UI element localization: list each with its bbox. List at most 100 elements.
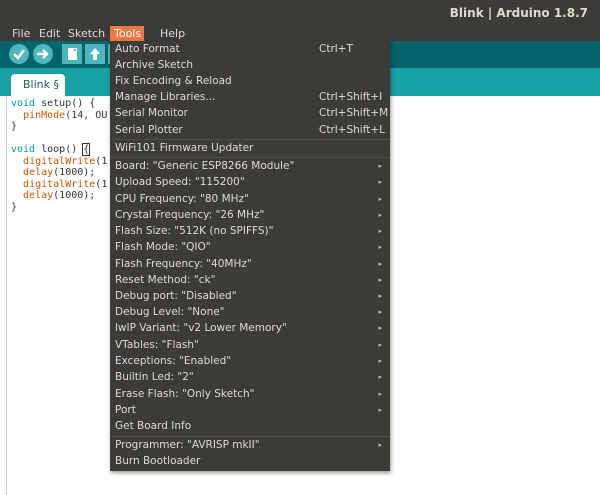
menu-item-flash-size[interactable]: Flash Size: "512K (no SPIFFS)" ▸: [110, 223, 390, 239]
menu-item-label: CPU Frequency: "80 MHz": [115, 193, 249, 205]
menu-item-vtables[interactable]: VTables: "Flash" ▸: [110, 337, 390, 353]
menu-item-label: Crystal Frequency: "26 MHz": [115, 209, 265, 221]
menu-item-debug-port[interactable]: Debug port: "Disabled" ▸: [110, 288, 390, 304]
menu-item-upload-speed[interactable]: Upload Speed: "115200" ▸: [110, 174, 390, 190]
upload-button[interactable]: [33, 44, 53, 64]
menu-item-shortcut: Ctrl+Shift+M: [319, 107, 389, 119]
menu-item-manage-libraries[interactable]: Manage Libraries... Ctrl+Shift+I: [110, 89, 390, 105]
submenu-arrow-icon: ▸: [378, 373, 382, 381]
submenu-arrow-icon: ▸: [378, 292, 382, 300]
menu-item-label: Get Board Info: [115, 420, 192, 432]
code-keyword: void: [11, 98, 36, 109]
menu-item-shortcut: Ctrl+T: [319, 43, 353, 55]
menu-item-crystal-frequency[interactable]: Crystal Frequency: "26 MHz" ▸: [110, 207, 390, 223]
menu-item-label: Debug Level: "None": [115, 306, 225, 318]
code-function: digitalWrite: [23, 178, 96, 190]
menu-help[interactable]: Help: [156, 26, 189, 41]
menu-item-burn-bootloader[interactable]: Burn Bootloader: [110, 453, 390, 469]
menu-item-label: Debug port: "Disabled": [115, 290, 237, 302]
menu-item-label: Fix Encoding & Reload: [115, 75, 232, 87]
checkmark-icon: [13, 49, 25, 60]
menu-item-debug-level[interactable]: Debug Level: "None" ▸: [110, 304, 390, 320]
code-line: void setup() {: [11, 98, 96, 109]
code-line: digitalWrite(1: [23, 178, 108, 190]
menu-item-label: Auto Format: [115, 43, 180, 55]
submenu-arrow-icon: ▸: [378, 341, 382, 349]
arrow-up-icon: [90, 48, 100, 60]
new-document-icon: [68, 48, 77, 60]
menu-item-programmer[interactable]: Programmer: "AVRISP mkII" ▸: [110, 437, 390, 453]
menu-item-wifi101-updater[interactable]: WiFi101 Firmware Updater: [110, 140, 390, 156]
menu-item-label: Upload Speed: "115200": [115, 176, 245, 188]
menu-item-shortcut: Ctrl+Shift+I: [319, 91, 383, 103]
new-button[interactable]: [62, 44, 82, 64]
menu-item-erase-flash[interactable]: Erase Flash: "Only Sketch" ▸: [110, 386, 390, 402]
menu-item-label: Archive Sketch: [115, 59, 194, 71]
open-button[interactable]: [85, 44, 105, 64]
menu-item-board[interactable]: Board: "Generic ESP8266 Module" ▸: [110, 158, 390, 174]
menu-item-label: Manage Libraries...: [115, 91, 216, 103]
menu-bar: File Edit Sketch Tools Help: [0, 26, 600, 41]
code-line: delay(1000);: [23, 167, 96, 178]
code-keyword: void: [11, 144, 36, 155]
menu-item-exceptions[interactable]: Exceptions: "Enabled" ▸: [110, 353, 390, 369]
menu-item-flash-frequency[interactable]: Flash Frequency: "40MHz" ▸: [110, 256, 390, 272]
menu-item-serial-plotter[interactable]: Serial Plotter Ctrl+Shift+L: [110, 122, 390, 138]
submenu-arrow-icon: ▸: [378, 276, 382, 284]
submenu-arrow-icon: ▸: [378, 162, 382, 170]
submenu-arrow-icon: ▸: [378, 227, 382, 235]
menu-item-port[interactable]: Port ▸: [110, 402, 390, 418]
menu-sketch[interactable]: Sketch: [64, 26, 109, 41]
submenu-arrow-icon: ▸: [378, 260, 382, 268]
menu-item-builtin-led[interactable]: Builtin Led: "2" ▸: [110, 369, 390, 385]
submenu-arrow-icon: ▸: [378, 357, 382, 365]
menu-item-get-board-info[interactable]: Get Board Info: [110, 418, 390, 434]
submenu-arrow-icon: ▸: [378, 243, 382, 251]
menu-item-label: Flash Frequency: "40MHz": [115, 258, 252, 270]
menu-item-auto-format[interactable]: Auto Format Ctrl+T: [110, 41, 390, 57]
code-function: delay: [23, 167, 54, 178]
menu-item-flash-mode[interactable]: Flash Mode: "QIO" ▸: [110, 239, 390, 255]
menu-item-serial-monitor[interactable]: Serial Monitor Ctrl+Shift+M: [110, 105, 390, 121]
submenu-arrow-icon: ▸: [378, 441, 382, 449]
menu-item-cpu-frequency[interactable]: CPU Frequency: "80 MHz" ▸: [110, 191, 390, 207]
code-line: digitalWrite(1: [23, 155, 108, 167]
menu-item-lwip-variant[interactable]: lwIP Variant: "v2 Lower Memory" ▸: [110, 320, 390, 336]
code-line: pinMode(14, OU: [23, 109, 108, 121]
menu-item-fix-encoding[interactable]: Fix Encoding & Reload: [110, 73, 390, 89]
tab-blink[interactable]: Blink §: [11, 74, 65, 96]
menu-item-label: Burn Bootloader: [115, 455, 201, 467]
submenu-arrow-icon: ▸: [378, 324, 382, 332]
menu-item-reset-method[interactable]: Reset Method: "ck" ▸: [110, 272, 390, 288]
code-text: void setup() { pinMode(14, OU} void loop…: [11, 98, 107, 213]
menu-item-label: lwIP Variant: "v2 Lower Memory": [115, 322, 287, 334]
menu-tools[interactable]: Tools: [110, 26, 144, 41]
submenu-arrow-icon: ▸: [378, 195, 382, 203]
menu-item-label: Port: [115, 404, 136, 416]
menu-file[interactable]: File: [8, 26, 34, 41]
code-function: pinMode: [23, 109, 66, 121]
code-line: }: [11, 201, 18, 213]
menu-edit[interactable]: Edit: [35, 26, 64, 41]
code-line: }: [11, 121, 18, 132]
title-bar: Blink | Arduino 1.8.7: [0, 0, 600, 26]
submenu-arrow-icon: ▸: [378, 406, 382, 414]
tools-menu: Auto Format Ctrl+T Archive Sketch Fix En…: [110, 41, 390, 471]
verify-button[interactable]: [9, 44, 29, 64]
menu-item-label: VTables: "Flash": [115, 339, 199, 351]
menu-item-label: Erase Flash: "Only Sketch": [115, 388, 255, 400]
code-line: void loop() {: [11, 143, 91, 156]
menu-item-label: Builtin Led: "2": [115, 371, 194, 383]
code-line: delay(1000);: [23, 190, 96, 201]
bracket-cursor: {: [82, 143, 91, 156]
menu-item-label: Board: "Generic ESP8266 Module": [115, 160, 295, 172]
code-function: digitalWrite: [23, 155, 96, 167]
menu-item-archive-sketch[interactable]: Archive Sketch: [110, 57, 390, 73]
submenu-arrow-icon: ▸: [378, 211, 382, 219]
submenu-arrow-icon: ▸: [378, 178, 382, 186]
menu-item-label: Flash Mode: "QIO": [115, 241, 211, 253]
submenu-arrow-icon: ▸: [378, 308, 382, 316]
menu-item-label: Serial Monitor: [115, 107, 188, 119]
arrow-right-icon: [37, 49, 49, 59]
